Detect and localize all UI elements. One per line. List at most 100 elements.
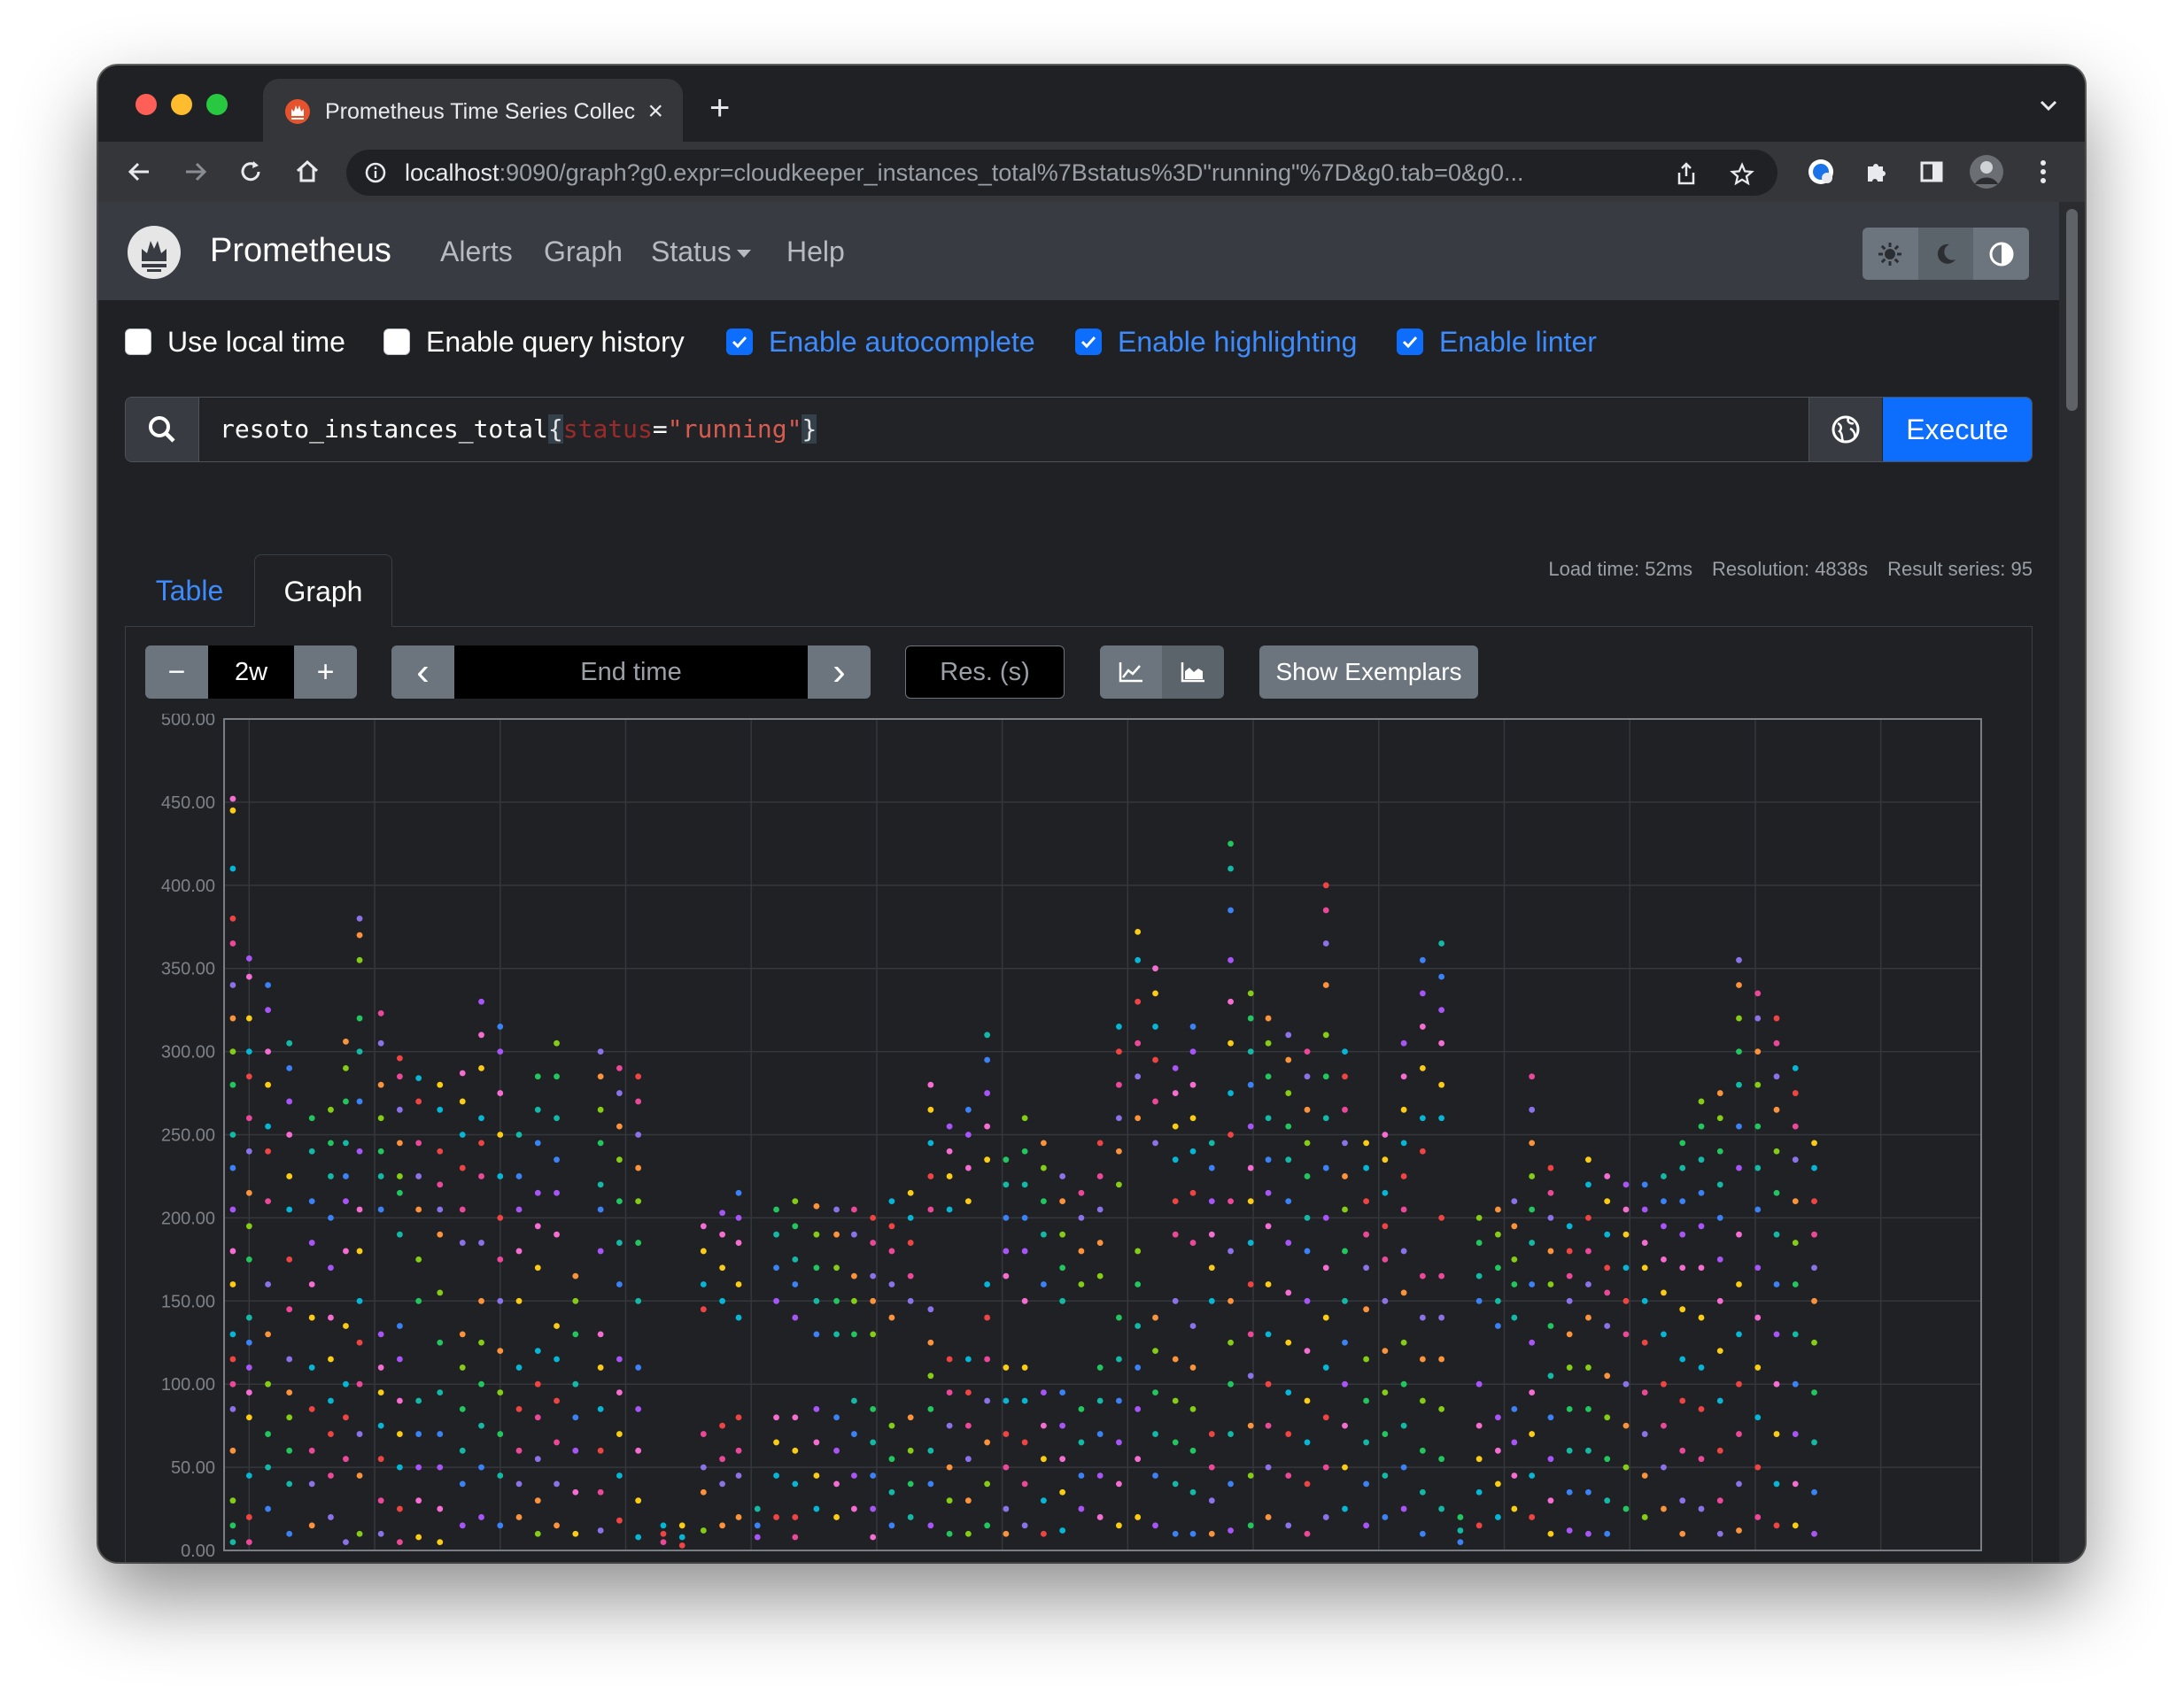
series-point bbox=[833, 1206, 840, 1213]
brand-title[interactable]: Prometheus bbox=[210, 228, 391, 273]
address-bar[interactable]: localhost:9090/graph?g0.expr=cloudkeeper… bbox=[346, 150, 1777, 196]
dark-theme-icon[interactable] bbox=[1917, 228, 1974, 280]
checkbox-unchecked-icon[interactable] bbox=[125, 329, 151, 355]
series-point bbox=[1792, 1431, 1799, 1437]
tab-graph[interactable]: Graph bbox=[254, 554, 392, 627]
series-point bbox=[1172, 1156, 1179, 1163]
series-point bbox=[286, 1132, 293, 1138]
stacked-chart-icon[interactable] bbox=[1162, 646, 1224, 699]
line-chart-icon[interactable] bbox=[1100, 646, 1162, 699]
series-point bbox=[1585, 1181, 1592, 1188]
series-point bbox=[1152, 1140, 1158, 1147]
prometheus-logo-icon[interactable] bbox=[127, 225, 182, 280]
zoom-window-button[interactable] bbox=[206, 94, 228, 115]
series-point bbox=[356, 1297, 363, 1304]
series-point bbox=[229, 1164, 236, 1171]
tab-search-icon[interactable] bbox=[2039, 96, 2058, 115]
series-point bbox=[1457, 1539, 1464, 1546]
series-point bbox=[415, 1140, 422, 1147]
enable-query-history-checkbox[interactable]: Enable query history bbox=[383, 324, 685, 359]
close-window-button[interactable] bbox=[136, 94, 157, 115]
checkbox-checked-icon[interactable] bbox=[1075, 329, 1102, 355]
range-input[interactable]: 2w bbox=[208, 646, 294, 699]
next-time-button[interactable]: › bbox=[808, 646, 871, 699]
series-point bbox=[534, 1497, 541, 1504]
series-point bbox=[229, 915, 236, 922]
enable-autocomplete-checkbox[interactable]: Enable autocomplete bbox=[726, 324, 1035, 359]
series-point bbox=[1585, 1248, 1592, 1255]
series-point bbox=[1475, 1422, 1483, 1429]
series-point bbox=[1228, 1480, 1234, 1488]
series-point bbox=[308, 1115, 315, 1122]
new-tab-button[interactable]: + bbox=[709, 90, 730, 126]
increase-range-button[interactable]: + bbox=[294, 646, 357, 699]
auto-theme-icon[interactable] bbox=[1973, 228, 2029, 280]
series-point bbox=[1003, 1530, 1010, 1537]
series-point bbox=[907, 1215, 914, 1221]
series-point bbox=[1021, 1148, 1028, 1155]
series-point bbox=[1342, 1339, 1348, 1346]
checkbox-checked-icon[interactable] bbox=[726, 329, 753, 355]
kebab-menu-icon[interactable] bbox=[2025, 154, 2061, 189]
resolution-input[interactable]: Res. (s) bbox=[905, 646, 1065, 699]
series-point bbox=[1247, 1331, 1254, 1338]
nav-alerts[interactable]: Alerts bbox=[440, 234, 513, 269]
series-point bbox=[377, 1040, 384, 1047]
series-point bbox=[773, 1439, 779, 1446]
series-point bbox=[534, 1456, 541, 1463]
expression-editor[interactable]: resoto_instances_total{status="running"} bbox=[220, 398, 817, 461]
light-theme-icon[interactable] bbox=[1863, 228, 1918, 280]
nav-graph[interactable]: Graph bbox=[544, 234, 623, 269]
use-local-time-checkbox[interactable]: Use local time bbox=[125, 324, 345, 359]
nav-help[interactable]: Help bbox=[786, 234, 845, 269]
reload-icon[interactable] bbox=[233, 154, 268, 189]
back-icon[interactable] bbox=[121, 154, 157, 189]
avatar[interactable] bbox=[1969, 154, 2004, 189]
series-point bbox=[1792, 1480, 1799, 1488]
end-time-input[interactable]: End time bbox=[454, 646, 808, 699]
series-point bbox=[229, 1356, 236, 1363]
series-point bbox=[1529, 1473, 1536, 1479]
scrollbar-thumb[interactable] bbox=[2066, 209, 2078, 411]
site-info-icon[interactable] bbox=[364, 161, 387, 184]
series-point bbox=[1096, 1140, 1104, 1147]
bookmark-star-icon[interactable] bbox=[1730, 162, 1754, 187]
enable-highlighting-checkbox[interactable]: Enable highlighting bbox=[1075, 324, 1357, 359]
browser-tab[interactable]: Prometheus Time Series Collection and Pr… bbox=[263, 79, 683, 142]
series-point bbox=[1698, 1123, 1705, 1130]
metrics-explorer-globe-icon[interactable] bbox=[1808, 398, 1882, 461]
series-point bbox=[1773, 1480, 1780, 1488]
extensions-puzzle-icon[interactable] bbox=[1859, 154, 1894, 189]
tab-close-icon[interactable]: × bbox=[647, 97, 663, 127]
minimize-window-button[interactable] bbox=[171, 94, 192, 115]
profile-extension-icon[interactable] bbox=[1803, 154, 1839, 189]
series-point bbox=[245, 1414, 252, 1421]
series-point bbox=[984, 1356, 991, 1363]
tab-table[interactable]: Table bbox=[125, 554, 254, 627]
checkbox-unchecked-icon[interactable] bbox=[383, 329, 410, 355]
execute-button[interactable]: Execute bbox=[1883, 398, 2032, 461]
series-point bbox=[415, 1497, 422, 1504]
nav-status-dropdown[interactable]: Status bbox=[651, 234, 751, 269]
page-scrollbar[interactable] bbox=[2059, 202, 2085, 1562]
share-icon[interactable] bbox=[1675, 162, 1698, 185]
series-point bbox=[616, 1090, 623, 1096]
series-point bbox=[1438, 1356, 1445, 1363]
series-point bbox=[1135, 956, 1142, 963]
checkbox-checked-icon[interactable] bbox=[1397, 329, 1423, 355]
series-point bbox=[1736, 956, 1742, 963]
home-icon[interactable] bbox=[290, 154, 325, 189]
previous-time-button[interactable]: ‹ bbox=[391, 646, 454, 699]
enable-linter-checkbox[interactable]: Enable linter bbox=[1397, 324, 1597, 359]
series-point bbox=[1716, 1148, 1723, 1155]
forward-icon[interactable] bbox=[178, 154, 213, 189]
decrease-range-button[interactable]: − bbox=[145, 646, 208, 699]
chart-type-toggle bbox=[1100, 646, 1224, 699]
series-point bbox=[1003, 1364, 1010, 1371]
show-exemplars-button[interactable]: Show Exemplars bbox=[1259, 646, 1478, 699]
series-point bbox=[1021, 1297, 1028, 1304]
series-point bbox=[1322, 1314, 1329, 1321]
side-panel-icon[interactable] bbox=[1914, 154, 1949, 189]
series-point bbox=[1419, 1314, 1426, 1321]
series-point bbox=[1342, 1173, 1348, 1179]
